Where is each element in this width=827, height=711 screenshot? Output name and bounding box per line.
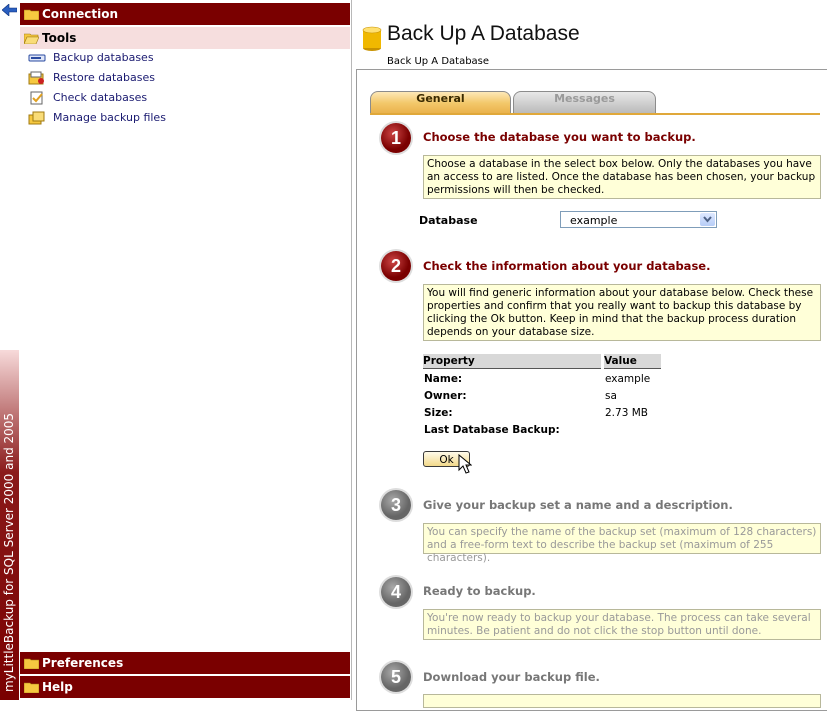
step-1-info: Choose a database in the select box belo… — [423, 155, 821, 199]
section-label: Tools — [42, 31, 77, 45]
database-icon — [362, 26, 382, 51]
backup-icon — [28, 54, 46, 62]
property-value: 2.73 MB — [605, 407, 648, 419]
database-select-value: example — [570, 214, 618, 227]
property-label: Size: — [424, 407, 453, 419]
section-preferences[interactable]: Preferences — [20, 652, 350, 674]
database-select[interactable]: example — [560, 211, 717, 228]
section-help[interactable]: Help — [20, 676, 350, 698]
sidebar: Connection Tools Backup databases Restor… — [19, 0, 352, 700]
step-3-info: You can specify the name of the backup s… — [423, 523, 821, 564]
step-2-badge: 2 — [381, 251, 411, 281]
tab-messages[interactable]: Messages — [513, 91, 656, 114]
step-2-info: You will find generic information about … — [423, 284, 821, 341]
brand-vertical-text: myLittleBackup for SQL Server 2000 and 2… — [2, 412, 16, 692]
step-1-title: Choose the database you want to backup. — [423, 130, 696, 144]
open-folder-icon — [24, 33, 39, 44]
section-label: Help — [42, 680, 73, 694]
step-3-title: Give your backup set a name and a descri… — [423, 498, 733, 512]
chevron-down-icon[interactable] — [700, 213, 715, 226]
mouse-cursor-icon — [458, 454, 472, 474]
step-4-badge: 4 — [381, 577, 411, 607]
database-label: Database — [419, 214, 478, 227]
step-4-title: Ready to backup. — [423, 584, 536, 598]
section-label: Preferences — [42, 656, 124, 670]
page-title: Back Up A Database — [387, 22, 580, 45]
step-5-title: Download your backup file. — [423, 670, 600, 684]
step-4-info: You're now ready to backup your database… — [423, 609, 821, 640]
folder-icon — [24, 9, 39, 20]
folder-icon — [24, 682, 39, 693]
property-label: Owner: — [424, 390, 467, 402]
manage-files-icon — [28, 111, 45, 125]
breadcrumb: Back Up A Database — [387, 56, 490, 67]
step-2-title: Check the information about your databas… — [423, 259, 711, 273]
main-panel: Back Up A Database Back Up A Database Ge… — [352, 0, 827, 711]
header-value: Value — [604, 354, 661, 369]
restore-icon — [28, 71, 44, 85]
tab-underline — [370, 113, 820, 115]
tab-general[interactable]: General — [370, 91, 511, 114]
step-5-info — [423, 694, 821, 708]
step-3-badge: 3 — [381, 490, 411, 520]
section-tools[interactable]: Tools — [20, 27, 350, 49]
folder-icon — [24, 658, 39, 669]
check-icon — [30, 91, 43, 105]
property-value: example — [605, 373, 651, 385]
section-connection[interactable]: Connection — [20, 3, 350, 25]
property-label: Last Database Backup: — [424, 424, 560, 436]
content-frame: General Messages 1 Choose the database y… — [356, 69, 827, 711]
brand-bar: myLittleBackup for SQL Server 2000 and 2… — [0, 0, 19, 700]
back-arrow-icon[interactable] — [2, 4, 17, 16]
property-label: Name: — [424, 373, 463, 385]
section-label: Connection — [42, 7, 119, 21]
step-5-badge: 5 — [381, 662, 411, 692]
header-property: Property — [423, 354, 601, 369]
property-value: sa — [605, 390, 617, 402]
step-1-badge: 1 — [381, 123, 411, 153]
